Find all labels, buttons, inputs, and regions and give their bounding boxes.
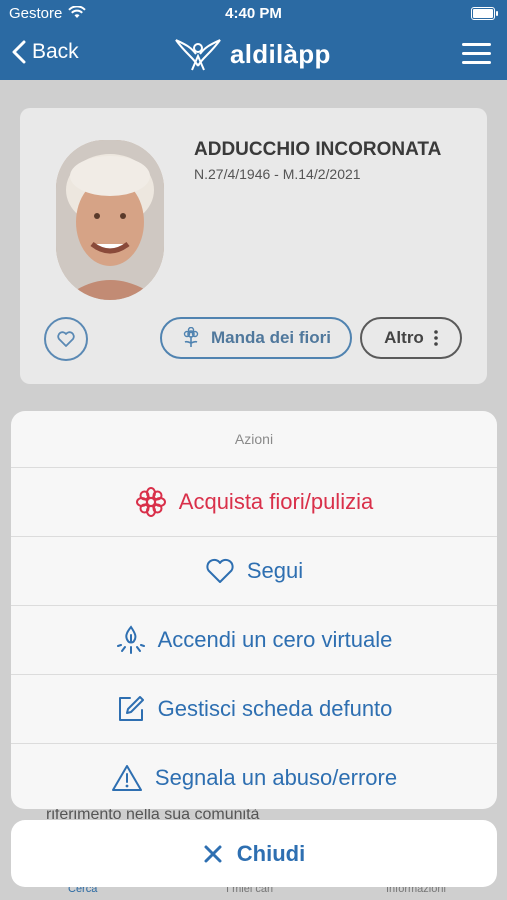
status-bar: Gestore 4:40 PM — [0, 0, 507, 28]
more-button[interactable]: Altro — [360, 317, 462, 359]
heart-icon — [57, 331, 75, 347]
close-icon — [203, 844, 223, 864]
action-light-candle[interactable]: Accendi un cero virtuale — [11, 606, 497, 675]
chevron-left-icon — [12, 40, 26, 64]
action-manage-profile[interactable]: Gestisci scheda defunto — [11, 675, 497, 744]
action-manage-profile-label: Gestisci scheda defunto — [157, 696, 393, 721]
action-report-abuse-label: Segnala un abuso/errore — [154, 765, 398, 790]
sheet-title: Azioni — [11, 411, 497, 468]
action-buy-flowers-label: Acquista fiori/pulizia — [178, 489, 374, 514]
action-follow[interactable]: Segui — [11, 537, 497, 606]
action-light-candle-label: Accendi un cero virtuale — [157, 627, 393, 652]
app-logo: aldilàpp — [172, 36, 331, 72]
send-flowers-label: Manda dei fiori — [211, 328, 331, 347]
logo-text: aldilàpp — [230, 38, 331, 69]
action-buy-flowers[interactable]: Acquista fiori/pulizia — [11, 468, 497, 537]
action-follow-label: Segui — [246, 558, 304, 583]
more-label: Altro — [384, 328, 424, 347]
angel-logo-icon — [172, 36, 224, 72]
back-label: Back — [32, 40, 79, 63]
edit-icon — [116, 694, 146, 724]
flower-icon — [181, 327, 201, 349]
deceased-portrait — [56, 140, 164, 300]
follow-heart-button[interactable] — [44, 317, 88, 361]
heart-icon — [205, 558, 235, 584]
deceased-dates: N.27/4/1946 - M.14/2/2021 — [194, 166, 361, 182]
back-button[interactable]: Back — [12, 40, 79, 64]
clock: 4:40 PM — [225, 5, 282, 22]
send-flowers-button[interactable]: Manda dei fiori — [160, 317, 352, 359]
actions-sheet: Azioni Acquista fiori/pulizia Segui Acce… — [11, 411, 497, 809]
more-vertical-icon — [434, 330, 438, 346]
hamburger-menu-icon[interactable] — [462, 43, 491, 70]
deceased-name: ADDUCCHIO INCORONATA — [194, 139, 442, 160]
candle-icon — [116, 624, 146, 656]
battery-icon — [471, 7, 498, 20]
action-report-abuse[interactable]: Segnala un abuso/errore — [11, 744, 497, 809]
navigation-bar: Back aldilàpp — [0, 28, 507, 80]
warning-icon — [111, 764, 143, 792]
close-button[interactable]: Chiudi — [11, 820, 497, 887]
close-label: Chiudi — [236, 840, 306, 866]
flower-icon — [135, 486, 167, 518]
